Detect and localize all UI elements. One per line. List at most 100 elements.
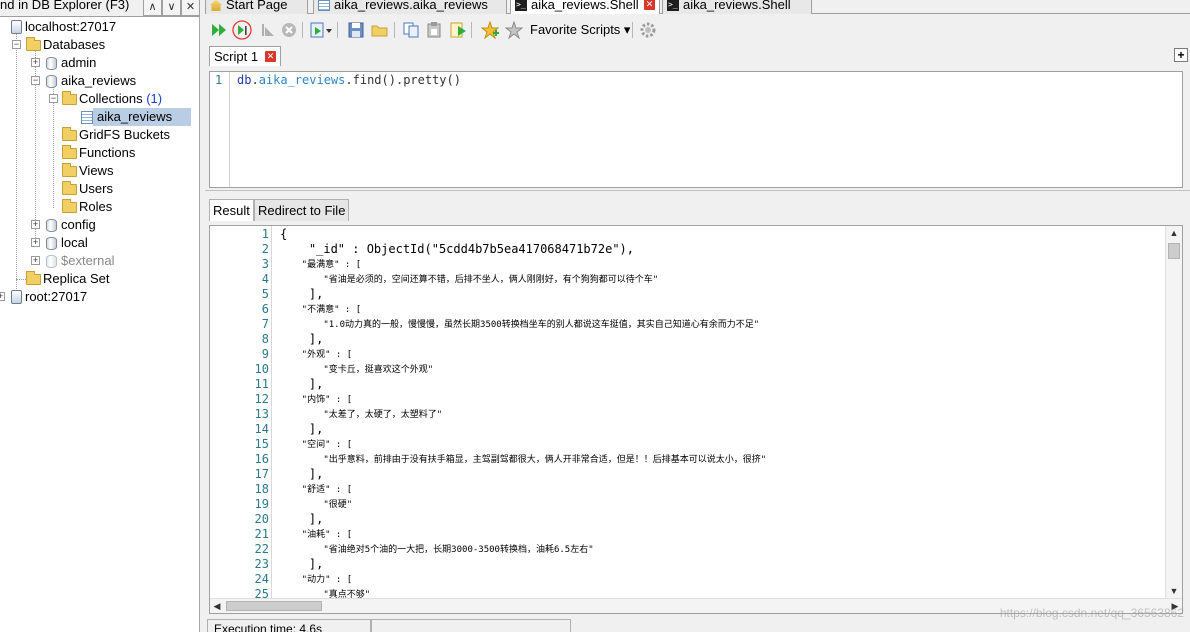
add-script-button[interactable]: + (1174, 48, 1188, 62)
result-line: ], (280, 377, 324, 391)
tree-node-db-aika-reviews[interactable]: − aika_reviews (0, 72, 198, 90)
tree-node-gridfs-buckets[interactable]: GridFS Buckets (0, 126, 198, 144)
result-line: ], (280, 287, 324, 301)
tab-script-1[interactable]: Script 1 ✕ (209, 46, 282, 66)
shell-icon (667, 0, 679, 13)
toolbar-separator (337, 22, 338, 38)
editor-result-splitter[interactable] (205, 190, 1190, 194)
line-number: 18 (254, 482, 269, 496)
execute-current-button[interactable] (232, 20, 252, 40)
tree-node-label: GridFS Buckets (79, 127, 171, 142)
editor-code[interactable]: db.aika_reviews.find().pretty() (237, 73, 461, 87)
main-area: Start Page aika_reviews.aika_reviews aik… (205, 0, 1190, 632)
line-number: 14 (254, 422, 269, 436)
line-number: 16 (254, 452, 269, 466)
status-panel (371, 619, 571, 632)
paste-button[interactable] (425, 21, 443, 39)
scroll-left-icon[interactable]: ◀ (210, 599, 224, 613)
explain-button[interactable] (309, 21, 333, 39)
close-tab-icon[interactable]: ✕ (265, 51, 277, 62)
line-number: 1 (215, 73, 223, 87)
script-editor[interactable]: 1 db.aika_reviews.find().pretty() (209, 71, 1183, 188)
line-number: 12 (254, 392, 269, 406)
run-script-button[interactable] (449, 21, 467, 39)
expand-icon[interactable]: + (0, 292, 5, 301)
tree-node-collection-aika-reviews[interactable]: aika_reviews (0, 108, 198, 126)
line-number: 7 (261, 317, 269, 331)
tree-node-db-external[interactable]: + $external (0, 252, 198, 270)
result-line: ], (280, 467, 324, 481)
tab-start-page[interactable]: Start Page (205, 0, 308, 14)
tree-node-server-root[interactable]: + root:27017 (0, 288, 198, 306)
result-line: "内饰" : [ (280, 395, 353, 405)
tree-node-label: localhost:27017 (25, 19, 117, 34)
tab-redirect-to-file[interactable]: Redirect to File (254, 199, 350, 221)
scroll-down-icon[interactable]: ▼ (1166, 584, 1182, 598)
expand-icon[interactable]: + (31, 256, 40, 265)
favorites-button[interactable] (505, 21, 523, 39)
favorite-scripts-dropdown[interactable]: Favorite Scripts ▾ (530, 22, 630, 38)
tree-node-db-admin[interactable]: + admin (0, 54, 198, 72)
tab-shell-active[interactable]: aika_reviews.Shell ✕ (510, 0, 660, 14)
line-number: 8 (261, 332, 269, 346)
settings-button[interactable] (639, 21, 657, 39)
expand-icon[interactable]: + (31, 58, 40, 67)
tree-node-roles[interactable]: Roles (0, 198, 198, 216)
tree-node-server[interactable]: localhost:27017 (0, 18, 198, 36)
line-number: 10 (254, 362, 269, 376)
stop-button[interactable] (280, 21, 298, 39)
scroll-thumb[interactable] (226, 601, 322, 611)
collapse-icon[interactable]: − (31, 76, 40, 85)
folder-icon (26, 271, 41, 285)
save-button[interactable] (347, 21, 365, 39)
result-line: "很硬" (280, 500, 353, 510)
app-window: nd in DB Explorer (F3) ∧ ∨ ✕ localhost:2… (0, 0, 1190, 632)
tree-node-db-config[interactable]: + config (0, 216, 198, 234)
expand-icon[interactable]: + (31, 238, 40, 247)
tree-node-label: Replica Set (43, 271, 110, 286)
tab-collection-view[interactable]: aika_reviews.aika_reviews (313, 0, 507, 14)
expand-icon[interactable]: + (31, 220, 40, 229)
tree-node-label: aika_reviews (61, 73, 137, 88)
close-find-button[interactable]: ✕ (181, 0, 200, 16)
tree-node-views[interactable]: Views (0, 162, 198, 180)
copy-button[interactable] (402, 21, 420, 39)
find-next-button[interactable]: ∨ (162, 0, 181, 16)
code-method-token: .find().pretty() (345, 73, 461, 87)
scroll-thumb[interactable] (1168, 243, 1180, 259)
home-icon (210, 0, 222, 11)
tree-node-label: config (61, 217, 96, 232)
tab-shell[interactable]: aika_reviews.Shell (662, 0, 812, 14)
tree-node-functions[interactable]: Functions (0, 144, 198, 162)
tree-node-label: Databases (43, 37, 106, 52)
result-tab-strip: Result Redirect to File (205, 199, 1190, 221)
find-previous-button[interactable]: ∧ (143, 0, 162, 16)
add-favorite-button[interactable] (481, 21, 499, 39)
explorer-header: nd in DB Explorer (F3) ∧ ∨ ✕ (0, 0, 200, 17)
tree-node-databases[interactable]: − Databases (0, 36, 198, 54)
result-line: "省油绝对5个油的一大把，长期3000-3500转换档，油耗6.5左右" (280, 545, 594, 555)
line-number: 9 (261, 347, 269, 361)
result-view[interactable]: 1 2 3 4 5 6 7 8 9 10 11 12 13 14 15 16 17 18 19 20 21 22 23 24 2… (209, 225, 1183, 614)
tab-result[interactable]: Result (209, 199, 254, 221)
tree-node-replica-set[interactable]: Replica Set (0, 270, 198, 288)
open-button[interactable] (371, 21, 389, 39)
close-tab-icon[interactable]: ✕ (644, 0, 655, 10)
collapse-icon[interactable]: − (12, 40, 21, 49)
line-number: 11 (254, 377, 269, 391)
result-line: "动力" : [ (280, 575, 353, 585)
line-number: 6 (261, 302, 269, 316)
tree-node-label: $external (61, 253, 115, 268)
copy-icon (403, 22, 419, 38)
save-icon (348, 22, 364, 38)
database-icon (46, 237, 57, 250)
explorer-title: nd in DB Explorer (F3) (0, 0, 130, 12)
scroll-up-icon[interactable]: ▲ (1166, 226, 1182, 240)
tree-node-users[interactable]: Users (0, 180, 198, 198)
tree-node-db-local[interactable]: + local (0, 234, 198, 252)
vertical-scrollbar[interactable]: ▲ ▼ (1165, 226, 1182, 598)
step-button[interactable] (258, 21, 276, 39)
tree-node-collections[interactable]: − Collections (1) (0, 90, 198, 108)
execute-all-button[interactable] (210, 21, 228, 39)
collapse-icon[interactable]: − (49, 94, 58, 103)
